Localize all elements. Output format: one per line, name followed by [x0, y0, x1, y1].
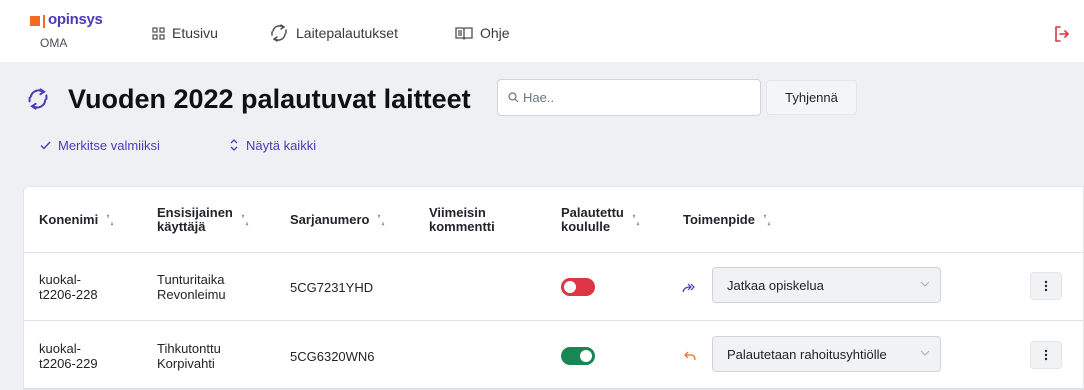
cell-kayttaja-line2: Korpivahti — [157, 356, 215, 371]
logout-button[interactable] — [1054, 26, 1070, 42]
mark-done-label: Merkitse valmiiksi — [58, 137, 160, 153]
row-menu-button[interactable] — [1030, 341, 1062, 369]
header-kommentti-line2: kommentti — [429, 219, 495, 234]
cell-konenimi: kuokal- t2206-228 — [39, 272, 98, 302]
search-box[interactable] — [497, 79, 761, 116]
header-sarjanumero[interactable]: Sarjanumero — [290, 213, 385, 227]
header-sarjanumero-label: Sarjanumero — [290, 212, 370, 227]
toggle-knob — [564, 281, 576, 293]
nav-label-ohje: Ohje — [480, 25, 510, 41]
chevron-down-icon — [920, 281, 930, 287]
table-row: kuokal- t2206-229 Tihkutonttu Korpivahti… — [24, 321, 1084, 389]
cell-kayttaja: Tunturitaika Revonleimu — [157, 272, 226, 302]
show-all-label: Näytä kaikki — [246, 137, 317, 153]
header-toimenpide[interactable]: Toimenpide — [683, 213, 771, 227]
header-kayttaja-label: Ensisijainen käyttäjä — [157, 206, 233, 234]
header-kayttaja-line1: Ensisijainen — [157, 205, 233, 220]
cell-sarjanumero: 5CG6320WN6 — [290, 349, 375, 364]
sort-icon — [632, 214, 640, 226]
forward-arrow-icon — [682, 283, 695, 293]
recycle-icon — [271, 24, 287, 42]
logo-square — [30, 16, 40, 26]
cell-kayttaja-line2: Revonleimu — [157, 287, 226, 302]
search-icon — [508, 92, 519, 103]
header-palautettu-line1: Palautettu — [561, 205, 624, 220]
clear-button[interactable]: Tyhjennä — [766, 80, 857, 115]
sort-icon — [241, 214, 249, 226]
mark-done-link[interactable]: Merkitse valmiiksi — [40, 137, 160, 153]
action-select[interactable]: Jatkaa opiskelua — [712, 267, 941, 303]
cell-sarjanumero: 5CG7231YHD — [290, 280, 374, 295]
logout-icon — [1055, 26, 1069, 42]
returned-toggle[interactable] — [561, 347, 595, 365]
sort-icon — [106, 214, 114, 226]
search-input[interactable] — [523, 90, 743, 105]
devices-table: Konenimi Ensisijainen käyttäjä Sarjanume… — [23, 186, 1084, 390]
book-icon — [455, 27, 473, 40]
sort-icon — [763, 214, 771, 226]
header-kayttaja-line2: käyttäjä — [157, 219, 206, 234]
header-toimenpide-label: Toimenpide — [683, 212, 755, 227]
logo-bar — [43, 15, 45, 28]
nav-item-ohje[interactable]: Ohje — [455, 24, 510, 42]
cell-konenimi-line1: kuokal- — [39, 272, 81, 287]
nav-label-laitepalautukset: Laitepalautukset — [296, 25, 398, 41]
action-select-value: Palautetaan rahoitusyhtiölle — [727, 346, 887, 362]
cell-kayttaja: Tihkutonttu Korpivahti — [157, 341, 221, 371]
table-header: Konenimi Ensisijainen käyttäjä Sarjanume… — [24, 187, 1084, 253]
dashboard-icon — [152, 26, 165, 40]
header-palautettu-line2: koululle — [561, 219, 611, 234]
recycle-title-icon — [28, 88, 48, 110]
nav-item-laitepalautukset[interactable]: Laitepalautukset — [269, 24, 398, 42]
action-select[interactable]: Palautetaan rahoitusyhtiölle — [712, 336, 941, 372]
cell-konenimi: kuokal- t2206-229 — [39, 341, 98, 371]
nav-label-etusivu: Etusivu — [172, 25, 218, 41]
header-palautettu-label: Palautettu koululle — [561, 206, 624, 234]
return-arrow-icon — [684, 351, 696, 361]
more-vertical-icon — [1044, 349, 1048, 361]
cell-kayttaja-line1: Tunturitaika — [157, 272, 225, 287]
more-vertical-icon — [1044, 280, 1048, 292]
cell-konenimi-line2: t2206-229 — [39, 356, 98, 371]
opinsys-logo[interactable]: opinsys OMA — [30, 11, 120, 53]
toggle-knob — [580, 350, 592, 362]
chevron-down-icon — [920, 350, 930, 356]
returned-toggle[interactable] — [561, 278, 595, 296]
logo-name: opinsys — [48, 11, 103, 28]
check-icon — [40, 141, 51, 150]
header-kommentti-line1: Viimeisin — [429, 205, 486, 220]
table-row: kuokal- t2206-228 Tunturitaika Revonleim… — [24, 253, 1084, 321]
header-konenimi[interactable]: Konenimi — [39, 213, 114, 227]
top-navbar: opinsys OMA Etusivu Laitepalautukset Ohj… — [0, 0, 1084, 62]
header-kommentti: Viimeisin kommentti — [429, 206, 495, 234]
cell-kayttaja-line1: Tihkutonttu — [157, 341, 221, 356]
header-kommentti-label: Viimeisin kommentti — [429, 206, 495, 234]
logo-subtitle: OMA — [40, 36, 68, 50]
header-palautettu[interactable]: Palautettu koululle — [561, 206, 640, 234]
sort-icon — [378, 214, 385, 226]
nav-item-etusivu[interactable]: Etusivu — [152, 24, 218, 42]
header-konenimi-label: Konenimi — [39, 212, 99, 227]
cell-konenimi-line1: kuokal- — [39, 341, 81, 356]
action-select-value: Jatkaa opiskelua — [727, 277, 824, 293]
header-kayttaja[interactable]: Ensisijainen käyttäjä — [157, 206, 249, 234]
expand-icon — [230, 139, 238, 151]
row-menu-button[interactable] — [1030, 272, 1062, 300]
page-title: Vuoden 2022 palautuvat laitteet — [68, 84, 471, 114]
cell-konenimi-line2: t2206-228 — [39, 287, 98, 302]
show-all-link[interactable]: Näytä kaikki — [229, 137, 316, 153]
